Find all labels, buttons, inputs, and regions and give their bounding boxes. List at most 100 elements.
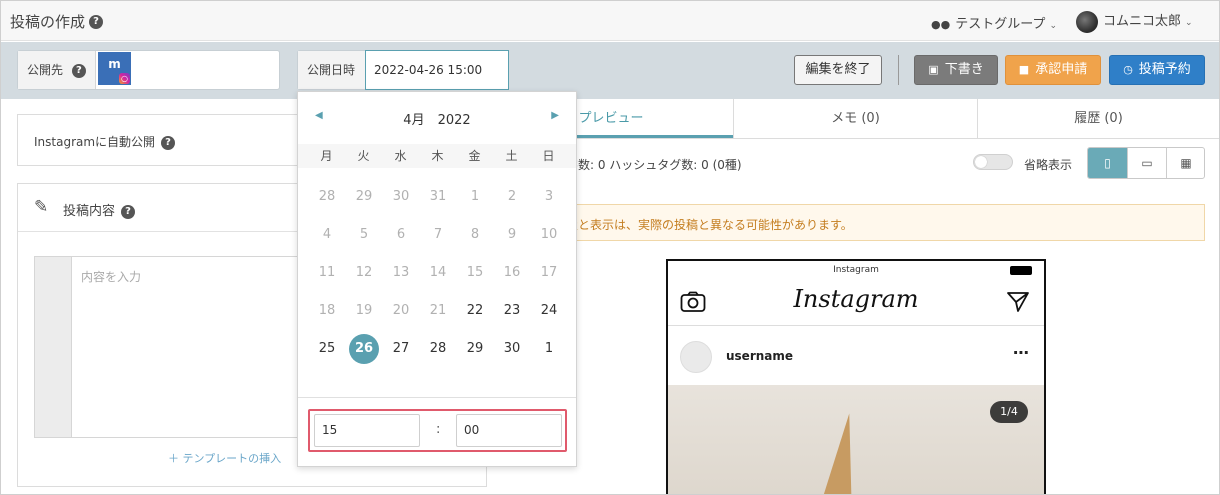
calendar-day[interactable]: 30 — [497, 334, 527, 364]
post-stats: 字数: 0 ハッシュタグ数: 0 (0種) — [566, 158, 742, 172]
calendar-day: 6 — [396, 227, 406, 242]
publish-to-text: 公開先 — [27, 63, 64, 77]
calendar-day: 8 — [470, 227, 480, 242]
alert-icon: ■ — [1018, 63, 1030, 76]
desktop-view-button[interactable]: ▭ — [1127, 148, 1166, 178]
avatar — [680, 341, 712, 373]
grid-icon: ▦ — [1180, 156, 1192, 170]
calendar-nav: ◀ 4月 2022 ▶ — [298, 92, 576, 144]
calendar-day: 17 — [540, 265, 558, 280]
content-label: 投稿内容? — [63, 200, 136, 219]
pencil-icon: ✎ — [34, 197, 49, 217]
toolbar-divider — [898, 55, 899, 85]
publish-to-field[interactable]: 公開先 ? — [17, 50, 280, 90]
calendar-day: 29 — [355, 189, 373, 204]
publish-date-input[interactable]: 2022-04-26 15:00 — [365, 50, 509, 90]
user-menu[interactable]: コムニコ太郎 ⌄ — [1076, 10, 1193, 33]
omit-label: 省略表示 — [1024, 158, 1073, 172]
calendar-day: 20 — [392, 303, 410, 318]
calendar-divider — [298, 397, 576, 398]
insert-template-link[interactable]: ＋ テンプレートの挿入 — [168, 450, 281, 466]
help-icon[interactable]: ? — [121, 204, 136, 219]
calendar-day[interactable]: 27 — [386, 334, 416, 364]
calendar-day[interactable]: 1 — [534, 334, 564, 364]
calendar-day: 18 — [318, 303, 336, 318]
editor-sidebar — [35, 257, 72, 437]
calendar-day: 5 — [359, 227, 369, 242]
clock-icon: ◷ — [1123, 63, 1133, 76]
calendar-day: 28 — [318, 189, 336, 204]
tab-memo[interactable]: メモ (0) — [733, 99, 977, 138]
calendar-day: 7 — [433, 227, 443, 242]
calendar-year: 2022 — [437, 113, 471, 128]
calendar-day: 1 — [470, 189, 480, 204]
post-toolbar: 公開先 ? m ○ 公開日時 2022-04-26 15:00 編集を終了 ▣ 下… — [1, 42, 1219, 99]
chevron-down-icon: ⌄ — [1185, 18, 1193, 28]
content-placeholder: 内容を入力 — [81, 270, 142, 284]
battery-icon — [1010, 266, 1032, 275]
help-icon[interactable]: ? — [89, 14, 104, 29]
schedule-post-button[interactable]: ◷ 投稿予約 — [1109, 55, 1205, 85]
approval-label: 承認申請 — [1035, 62, 1088, 77]
time-picker: 15 : 00 — [308, 409, 567, 452]
calendar-day: 14 — [429, 265, 447, 280]
publish-date-label: 公開日時 — [298, 51, 366, 89]
omit-toggle[interactable] — [973, 154, 1013, 170]
instagram-icon: ○ — [119, 73, 130, 84]
calendar-day-selected[interactable]: 26 — [349, 334, 379, 364]
calendar-day: 19 — [355, 303, 373, 318]
calendar-day: 12 — [355, 265, 373, 280]
calendar-day: 11 — [318, 265, 336, 280]
calendar-day[interactable]: 28 — [423, 334, 453, 364]
monitor-icon: ▭ — [1141, 156, 1153, 170]
calendar-day[interactable]: 29 — [460, 334, 490, 364]
ice-cream-cone — [821, 411, 865, 494]
page-title: 投稿の作成? — [10, 11, 104, 32]
calendar-day[interactable]: 25 — [312, 334, 342, 364]
avatar — [1076, 10, 1098, 33]
users-icon: ●● — [931, 18, 951, 31]
schedule-label: 投稿予約 — [1138, 62, 1191, 77]
account-avatar[interactable]: m ○ — [98, 52, 131, 85]
instagram-header: Instagram — [668, 281, 1044, 326]
preview-notice: 置と表示は、実際の投稿と異なる可能性があります。 — [501, 204, 1205, 241]
calendar-day[interactable]: 22 — [460, 296, 490, 326]
image-counter: 1/4 — [990, 401, 1028, 423]
group-name: テストグループ — [955, 17, 1046, 32]
calendar-day: 30 — [392, 189, 410, 204]
calendar-day: 9 — [507, 227, 517, 242]
calendar-day: 31 — [429, 189, 447, 204]
post-header: username ⋯ — [668, 327, 1044, 385]
time-separator: : — [436, 422, 441, 437]
weekday-label: 月 — [320, 149, 333, 163]
calendar-day: 4 — [322, 227, 332, 242]
approval-request-button[interactable]: ■ 承認申請 — [1005, 55, 1101, 85]
toggle-knob — [975, 156, 987, 168]
calendar-day[interactable]: 24 — [534, 296, 564, 326]
mobile-view-button[interactable]: ▯ — [1088, 148, 1127, 178]
phone-icon: ▯ — [1104, 156, 1111, 170]
end-edit-button[interactable]: 編集を終了 — [794, 55, 882, 85]
weekday-label: 水 — [394, 149, 407, 163]
calendar-day: 21 — [429, 303, 447, 318]
weekday-label: 日 — [542, 149, 555, 163]
weekday-label: 火 — [357, 149, 370, 163]
grid-view-button[interactable]: ▦ — [1166, 148, 1204, 178]
calendar-title: 4月 2022 — [298, 109, 576, 128]
account-initial: m — [108, 57, 121, 71]
calendar-day[interactable]: 23 — [497, 296, 527, 326]
calendar-day: 3 — [544, 189, 554, 204]
date-picker-popup: ◀ 4月 2022 ▶ 月火水木金土日 28 29 30 31 1 2 3 4 5 6 7 8 9 10 1… — [297, 91, 577, 467]
tab-history[interactable]: 履歴 (0) — [977, 99, 1219, 138]
phone-status-title: Instagram — [833, 265, 879, 275]
hour-input[interactable]: 15 — [314, 414, 420, 447]
draft-button[interactable]: ▣ 下書き — [914, 55, 998, 85]
next-month-icon[interactable]: ▶ — [551, 110, 559, 121]
weekday-label: 土 — [505, 149, 518, 163]
minute-input[interactable]: 00 — [456, 414, 562, 447]
user-name: コムニコ太郎 — [1103, 14, 1182, 29]
help-icon[interactable]: ? — [71, 63, 86, 78]
help-icon[interactable]: ? — [161, 135, 176, 150]
notice-text: 置と表示は、実際の投稿と異なる可能性があります。 — [566, 218, 853, 232]
group-selector[interactable]: ●● テストグループ ⌄ — [931, 13, 1057, 32]
